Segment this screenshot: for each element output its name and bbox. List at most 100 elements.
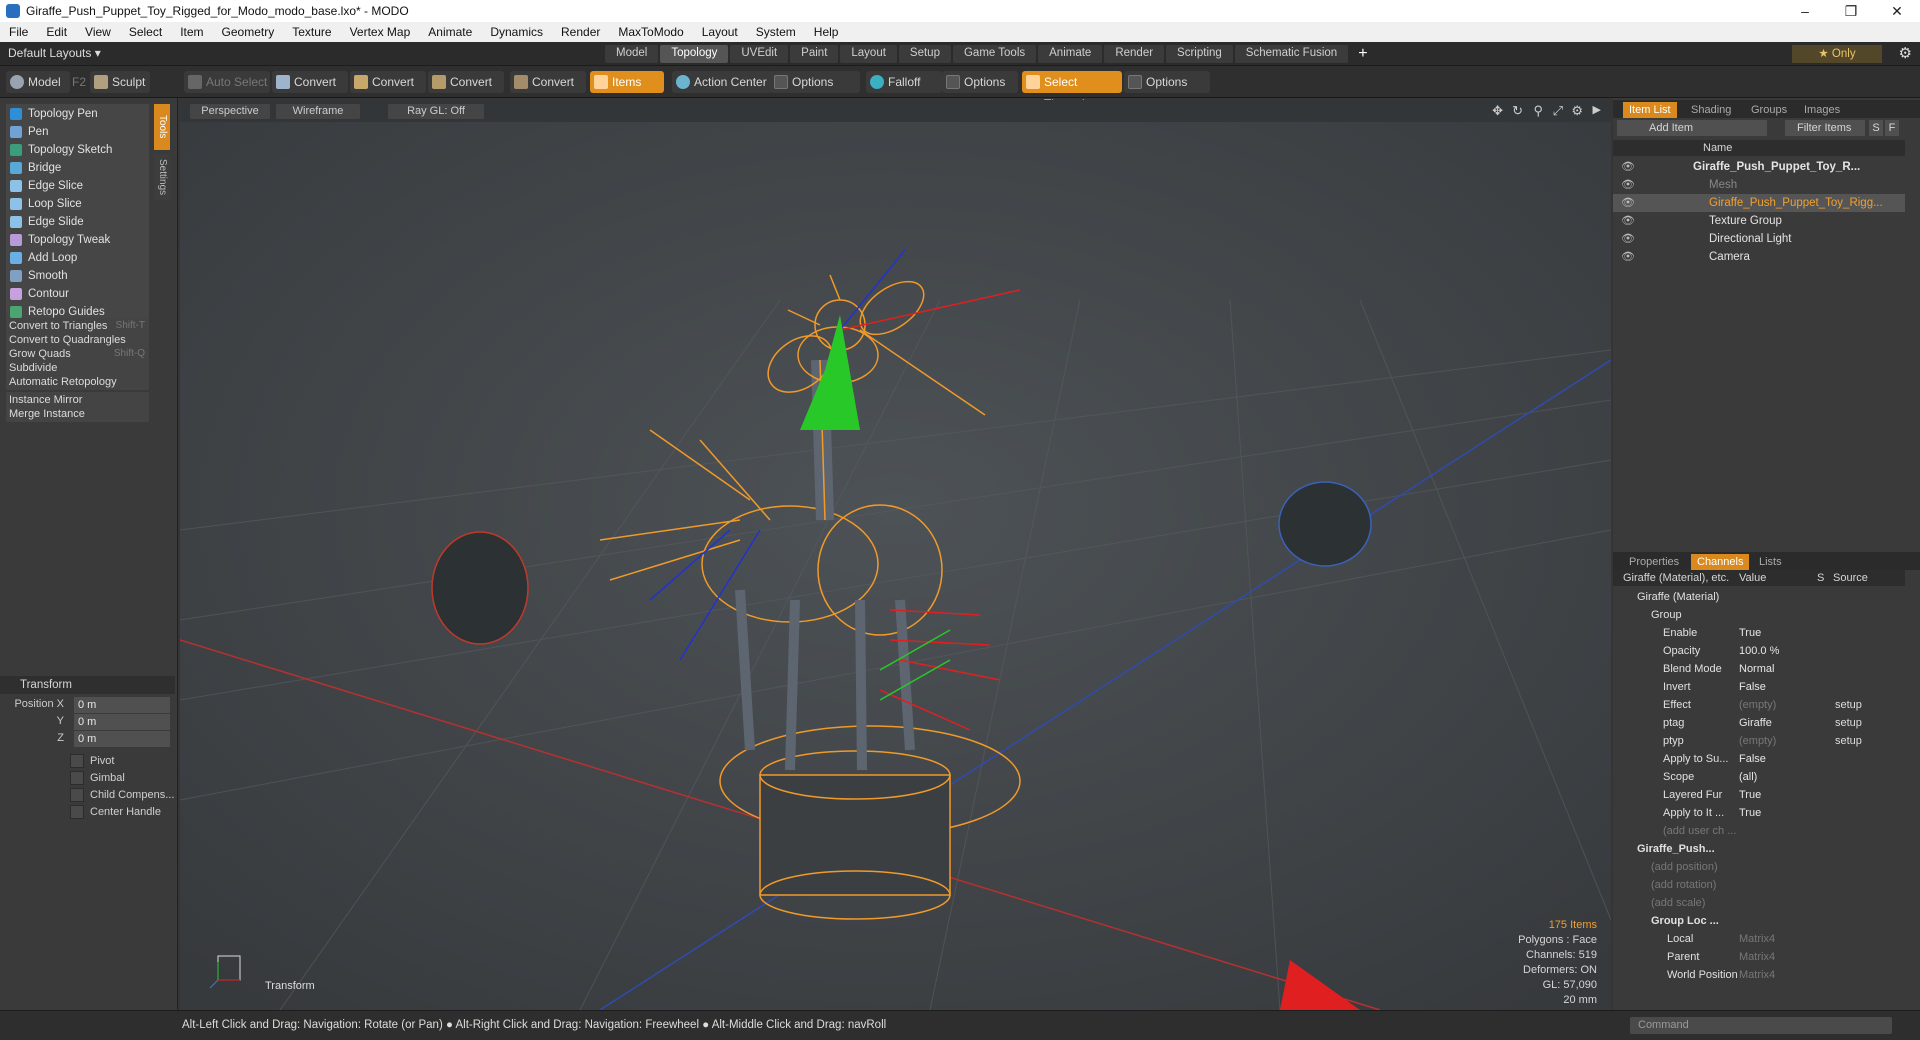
menu-item[interactable]: Item <box>171 25 212 39</box>
menu-view[interactable]: View <box>76 25 120 39</box>
tab-shading[interactable]: Shading <box>1685 102 1737 118</box>
menu-edit[interactable]: Edit <box>37 25 76 39</box>
position-x-field[interactable]: 0 m <box>74 697 170 713</box>
transform-header[interactable]: Transform <box>0 676 175 694</box>
tab-tools[interactable]: Tools <box>154 104 170 150</box>
menu-layout[interactable]: Layout <box>693 25 747 39</box>
auto-select-button[interactable]: Auto Select <box>184 71 270 93</box>
command-input[interactable]: Command <box>1630 1017 1892 1034</box>
only-button[interactable]: ★ Only <box>1792 45 1882 63</box>
close-icon[interactable]: ✕ <box>1874 0 1920 22</box>
minimize-icon[interactable]: – <box>1782 0 1828 22</box>
channel-row[interactable]: Giraffe (Material) <box>1613 588 1905 606</box>
channel-row[interactable]: Blend Mode Normal <box>1613 660 1905 678</box>
channel-row[interactable]: (add position) <box>1613 858 1905 876</box>
visibility-eye-icon[interactable]: 👁 <box>1621 212 1635 230</box>
select-through-button[interactable]: Select Through <box>1022 71 1122 111</box>
channel-row[interactable]: (add rotation) <box>1613 876 1905 894</box>
convert-button-2[interactable]: Convert <box>350 71 426 93</box>
layout-tab-topology[interactable]: Topology <box>660 45 729 63</box>
tab-images[interactable]: Images <box>1798 102 1846 118</box>
filter-items-field[interactable]: Filter Items <box>1785 120 1865 136</box>
tool-bridge[interactable]: Bridge <box>6 158 149 178</box>
tool-pen[interactable]: Pen <box>6 122 149 142</box>
pivot-checkbox[interactable] <box>70 754 84 768</box>
convert-button-4[interactable]: Convert <box>510 71 586 93</box>
menu-help[interactable]: Help <box>805 25 848 39</box>
gear-icon[interactable]: ⚙ <box>1899 44 1912 62</box>
channel-row[interactable]: ptyp (empty) setup <box>1613 732 1905 750</box>
tool-topology-sketch[interactable]: Topology Sketch <box>6 140 149 160</box>
sculpt-button[interactable]: Sculpt <box>90 71 150 93</box>
menu-animate[interactable]: Animate <box>419 25 481 39</box>
layout-tab-game-tools[interactable]: Game Tools <box>952 45 1037 63</box>
menu-maxtomodo[interactable]: MaxToModo <box>609 25 692 39</box>
default-layouts-dropdown[interactable]: Default Layouts ▾ <box>8 46 101 60</box>
tab-properties[interactable]: Properties <box>1623 554 1685 570</box>
channel-row[interactable]: (add user ch ... <box>1613 822 1905 840</box>
menu-system[interactable]: System <box>747 25 805 39</box>
s-button[interactable]: S <box>1869 120 1883 136</box>
tool-loop-slice[interactable]: Loop Slice <box>6 194 149 214</box>
channel-row[interactable]: Group <box>1613 606 1905 624</box>
menu-vertex-map[interactable]: Vertex Map <box>341 25 420 39</box>
zoom-view-icon[interactable]: ⚲ <box>1533 103 1543 119</box>
item-row[interactable]: 👁 Camera <box>1613 248 1905 266</box>
falloff-options-button[interactable]: Options <box>942 71 1018 93</box>
action-center-button[interactable]: Action Center <box>672 71 772 93</box>
channel-row[interactable]: Layered Fur True <box>1613 786 1905 804</box>
child-compens--checkbox[interactable] <box>70 788 84 802</box>
move-view-icon[interactable]: ✥ <box>1492 103 1503 119</box>
layout-tab-paint[interactable]: Paint <box>790 45 839 63</box>
menu-texture[interactable]: Texture <box>283 25 340 39</box>
convert-button-1[interactable]: Convert <box>272 71 348 93</box>
tool-topology-tweak[interactable]: Topology Tweak <box>6 230 149 250</box>
add-layout-icon[interactable]: + <box>1358 45 1367 63</box>
convert-button-3[interactable]: Convert <box>428 71 504 93</box>
center-handle-checkbox[interactable] <box>70 805 84 819</box>
item-row[interactable]: 👁 Directional Light <box>1613 230 1905 248</box>
menu-dynamics[interactable]: Dynamics <box>481 25 552 39</box>
menu-select[interactable]: Select <box>120 25 171 39</box>
visibility-eye-icon[interactable]: 👁 <box>1621 230 1635 248</box>
tool-edge-slice[interactable]: Edge Slice <box>6 176 149 196</box>
tool-edge-slide[interactable]: Edge Slide <box>6 212 149 232</box>
channel-row[interactable]: Scope (all) <box>1613 768 1905 786</box>
rotate-view-icon[interactable]: ↻ <box>1512 103 1523 119</box>
perspective-dropdown[interactable]: Perspective <box>190 104 270 119</box>
gimbal-checkbox[interactable] <box>70 771 84 785</box>
viewport-gear-icon[interactable]: ⚙ <box>1571 103 1583 119</box>
3d-viewport[interactable]: Perspective Wireframe Ray GL: Off ✥ ↻ ⚲ … <box>180 100 1611 1010</box>
layout-tab-animate[interactable]: Animate <box>1038 45 1103 63</box>
action-center-options-button[interactable]: Options <box>770 71 860 93</box>
tool-topology-pen[interactable]: Topology Pen <box>6 104 149 124</box>
channel-row[interactable]: ptag Giraffe setup <box>1613 714 1905 732</box>
channel-row[interactable]: Effect (empty) setup <box>1613 696 1905 714</box>
layout-tab-render[interactable]: Render <box>1104 45 1165 63</box>
add-item-button[interactable]: Add Item <box>1617 120 1767 136</box>
layout-tab-scripting[interactable]: Scripting <box>1166 45 1233 63</box>
item-row[interactable]: 👁 Giraffe_Push_Puppet_Toy_R... <box>1613 158 1905 176</box>
tab-groups[interactable]: Groups <box>1745 102 1793 118</box>
menu-geometry[interactable]: Geometry <box>213 25 284 39</box>
tab-channels[interactable]: Channels <box>1691 554 1750 570</box>
menu-file[interactable]: File <box>0 25 37 39</box>
visibility-eye-icon[interactable]: 👁 <box>1621 194 1635 212</box>
model-mode-button[interactable]: Model <box>6 71 70 93</box>
channel-row[interactable]: Group Loc ... <box>1613 912 1905 930</box>
select-through-options-button[interactable]: Options <box>1124 71 1210 93</box>
light-gizmo-left[interactable] <box>431 531 529 645</box>
position-z-field[interactable]: 0 m <box>74 731 170 747</box>
light-gizmo-right[interactable] <box>1278 481 1372 567</box>
items-mode-button[interactable]: Items <box>590 71 664 93</box>
tab-lists[interactable]: Lists <box>1753 554 1788 570</box>
channel-row[interactable]: Parent Matrix4 <box>1613 948 1905 966</box>
item-row[interactable]: 👁 Texture Group <box>1613 212 1905 230</box>
tool-contour[interactable]: Contour <box>6 284 149 304</box>
f-button[interactable]: F <box>1885 120 1899 136</box>
channel-row[interactable]: Apply to Su... False <box>1613 750 1905 768</box>
menu-render[interactable]: Render <box>552 25 609 39</box>
channel-row[interactable]: World Position Matrix4 <box>1613 966 1905 984</box>
tool-smooth[interactable]: Smooth <box>6 266 149 286</box>
maximize-icon[interactable]: ❐ <box>1828 0 1874 22</box>
